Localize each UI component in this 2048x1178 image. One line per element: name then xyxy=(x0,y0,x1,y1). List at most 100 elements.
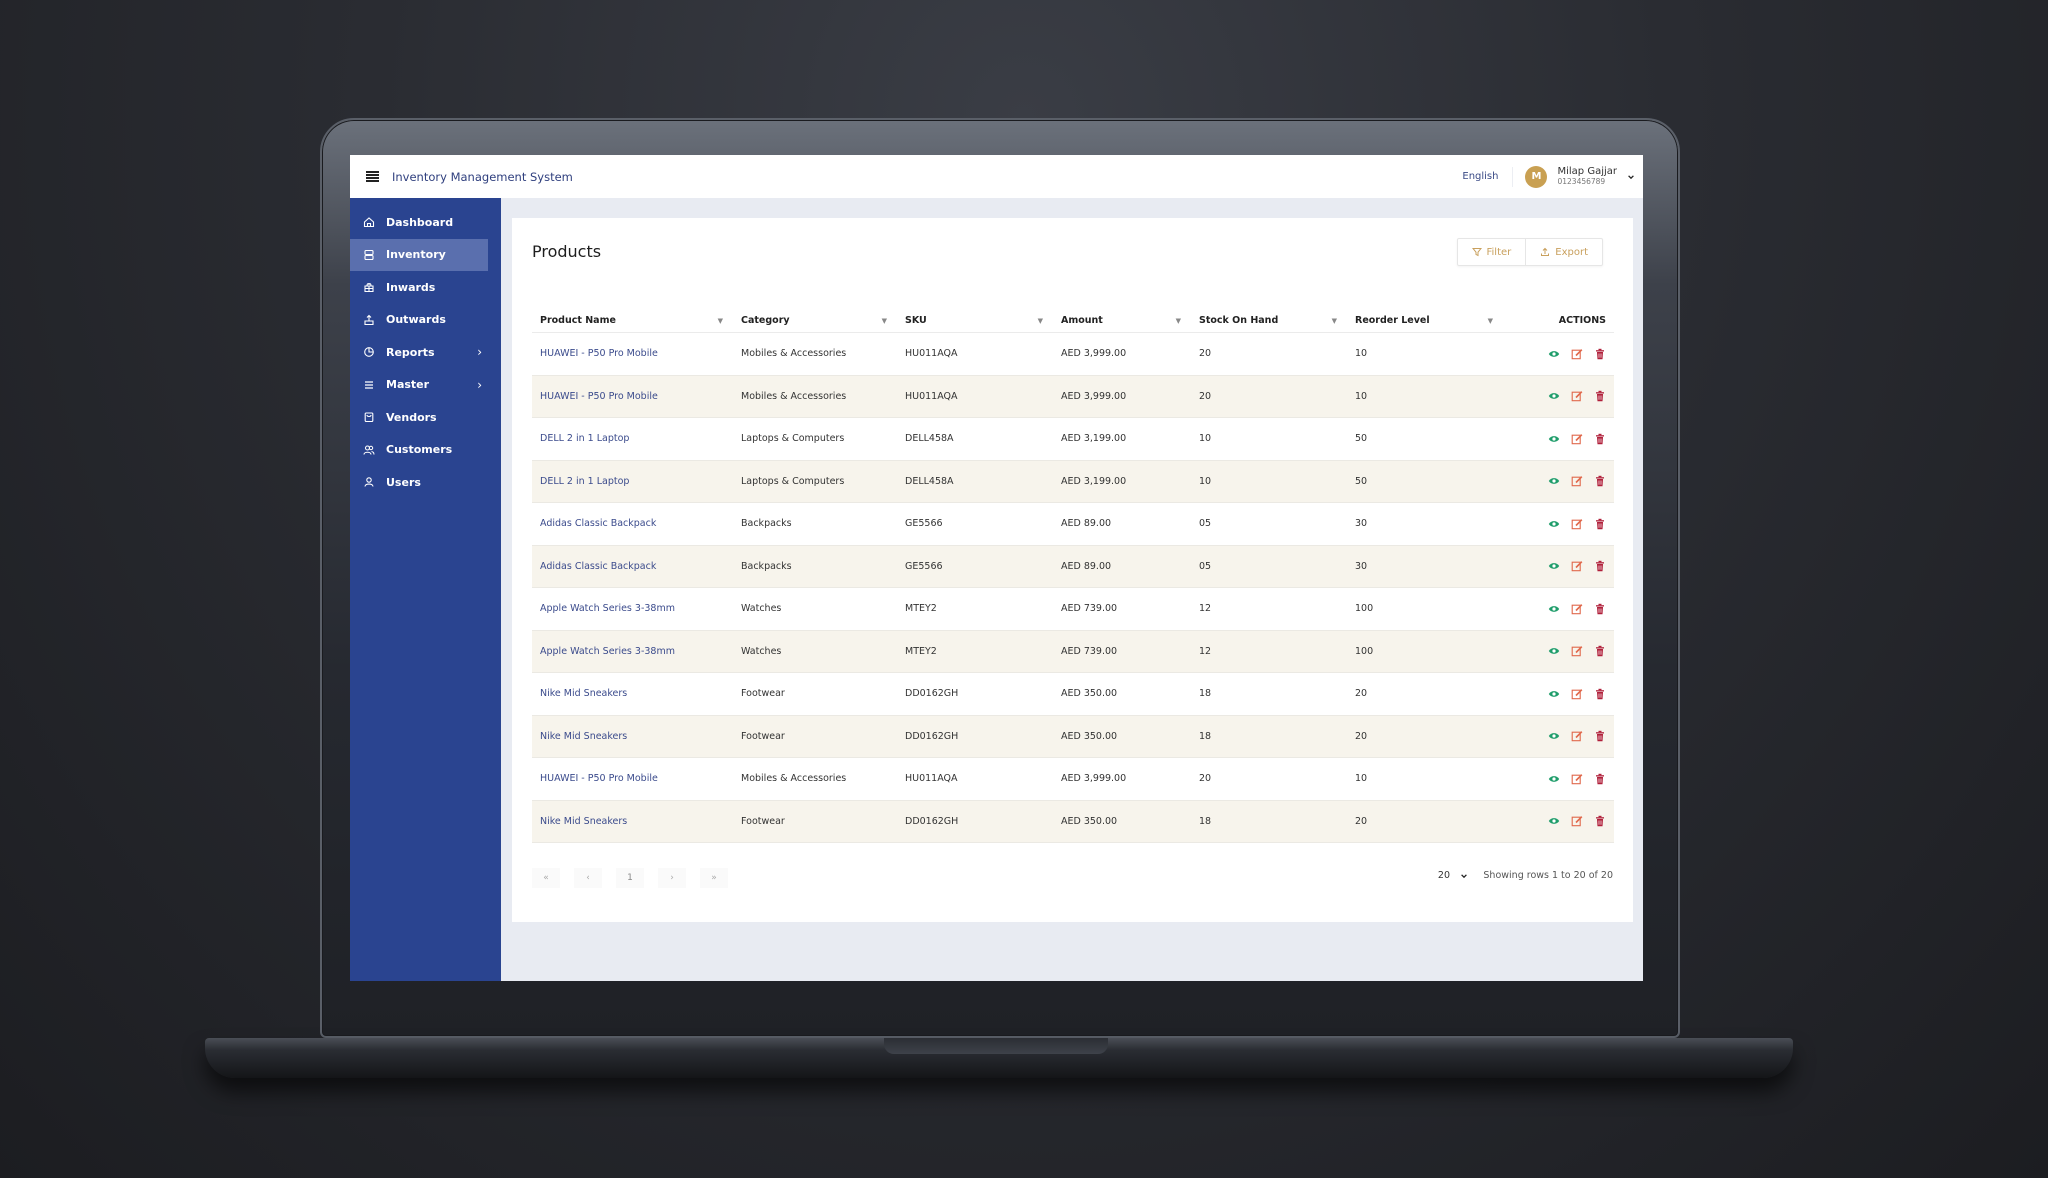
last-page-button[interactable]: » xyxy=(700,868,728,888)
delete-icon[interactable] xyxy=(1594,603,1606,615)
delete-icon[interactable] xyxy=(1594,773,1606,785)
first-page-button[interactable]: « xyxy=(532,868,560,888)
view-icon[interactable] xyxy=(1548,390,1560,402)
view-icon[interactable] xyxy=(1548,560,1560,572)
row-actions xyxy=(1503,560,1614,572)
delete-icon[interactable] xyxy=(1594,688,1606,700)
top-bar: Inventory Management System English M Mi… xyxy=(350,155,1643,198)
sort-caret-icon[interactable]: ▼ xyxy=(718,317,723,325)
view-icon[interactable] xyxy=(1548,433,1560,445)
view-icon[interactable] xyxy=(1548,348,1560,360)
delete-icon[interactable] xyxy=(1594,730,1606,742)
column-header-reorder-level[interactable]: Reorder Level ▼ xyxy=(1347,309,1503,332)
edit-icon[interactable] xyxy=(1571,348,1583,360)
delete-icon[interactable] xyxy=(1594,518,1606,530)
product-name-link[interactable]: Adidas Classic Backpack xyxy=(532,518,733,529)
vendor-icon xyxy=(364,412,374,423)
stock-cell: 20 xyxy=(1199,773,1212,785)
sidebar-item-customers[interactable]: Customers xyxy=(350,434,501,467)
edit-icon[interactable] xyxy=(1571,560,1583,572)
column-header-product-name[interactable]: Product Name ▼ xyxy=(532,309,733,332)
view-icon[interactable] xyxy=(1548,773,1560,785)
delete-icon[interactable] xyxy=(1594,390,1606,402)
delete-icon[interactable] xyxy=(1594,645,1606,657)
product-name-link[interactable]: DELL 2 in 1 Laptop xyxy=(532,476,733,487)
delete-icon[interactable] xyxy=(1594,348,1606,360)
view-icon[interactable] xyxy=(1548,475,1560,487)
upload-icon xyxy=(1541,247,1550,256)
hamburger-menu-icon[interactable] xyxy=(366,171,379,182)
edit-icon[interactable] xyxy=(1571,475,1583,487)
edit-icon[interactable] xyxy=(1571,603,1583,615)
product-name-link[interactable]: HUAWEI - P50 Pro Mobile xyxy=(532,391,733,402)
sidebar-item-dashboard[interactable]: Dashboard xyxy=(350,206,501,239)
view-icon[interactable] xyxy=(1548,518,1560,530)
product-name-link[interactable]: Apple Watch Series 3-38mm xyxy=(532,646,733,657)
sidebar-item-reports[interactable]: Reports › xyxy=(350,336,501,369)
amount-cell: AED 3,199.00 xyxy=(1061,475,1127,487)
delete-icon[interactable] xyxy=(1594,815,1606,827)
column-header-stock-on-hand[interactable]: Stock On Hand ▼ xyxy=(1191,309,1347,332)
prev-page-button[interactable]: ‹ xyxy=(574,868,602,888)
sort-caret-icon[interactable]: ▼ xyxy=(1176,317,1181,325)
sidebar-item-master[interactable]: Master › xyxy=(350,369,501,402)
export-button[interactable]: Export xyxy=(1525,239,1602,265)
product-name-link[interactable]: HUAWEI - P50 Pro Mobile xyxy=(532,348,733,359)
toolbar: Filter Export xyxy=(1456,238,1603,266)
reorder-cell: 10 xyxy=(1355,390,1368,402)
product-name-link[interactable]: Apple Watch Series 3-38mm xyxy=(532,603,733,614)
view-icon[interactable] xyxy=(1548,688,1560,700)
column-label: Category xyxy=(741,315,790,326)
delete-icon[interactable] xyxy=(1594,433,1606,445)
next-page-button[interactable]: › xyxy=(658,868,686,888)
product-name-link[interactable]: Nike Mid Sneakers xyxy=(532,688,733,699)
column-header-amount[interactable]: Amount ▼ xyxy=(1053,309,1191,332)
chevron-down-icon[interactable] xyxy=(1627,173,1635,181)
page-1-button[interactable]: 1 xyxy=(616,868,644,888)
amount-cell: AED 350.00 xyxy=(1061,688,1118,700)
sort-caret-icon[interactable]: ▼ xyxy=(1332,317,1337,325)
edit-icon[interactable] xyxy=(1571,688,1583,700)
edit-icon[interactable] xyxy=(1571,518,1583,530)
sidebar-item-inventory[interactable]: Inventory xyxy=(350,238,488,271)
edit-icon[interactable] xyxy=(1571,730,1583,742)
view-icon[interactable] xyxy=(1548,645,1560,657)
product-name-link[interactable]: HUAWEI - P50 Pro Mobile xyxy=(532,773,733,784)
amount-cell: AED 350.00 xyxy=(1061,815,1118,827)
page-size-select[interactable]: 20 xyxy=(1438,870,1468,881)
column-header-actions: ACTIONS xyxy=(1503,309,1614,332)
product-name-link[interactable]: Adidas Classic Backpack xyxy=(532,561,733,572)
edit-icon[interactable] xyxy=(1571,433,1583,445)
product-name-link[interactable]: Nike Mid Sneakers xyxy=(532,816,733,827)
sidebar-item-users[interactable]: Users xyxy=(350,466,501,499)
category-cell: Backpacks xyxy=(741,518,792,530)
sidebar-item-vendors[interactable]: Vendors xyxy=(350,401,501,434)
edit-icon[interactable] xyxy=(1571,645,1583,657)
reorder-cell: 30 xyxy=(1355,560,1368,572)
edit-icon[interactable] xyxy=(1571,390,1583,402)
row-actions xyxy=(1503,348,1614,360)
column-header-category[interactable]: Category ▼ xyxy=(733,309,897,332)
view-icon[interactable] xyxy=(1548,815,1560,827)
view-icon[interactable] xyxy=(1548,603,1560,615)
stock-cell: 12 xyxy=(1199,603,1212,615)
product-name-link[interactable]: Nike Mid Sneakers xyxy=(532,731,733,742)
delete-icon[interactable] xyxy=(1594,475,1606,487)
sort-caret-icon[interactable]: ▼ xyxy=(882,317,887,325)
user-icon xyxy=(364,477,374,487)
sort-caret-icon[interactable]: ▼ xyxy=(1038,317,1043,325)
view-icon[interactable] xyxy=(1548,730,1560,742)
avatar[interactable]: M xyxy=(1525,165,1548,188)
edit-icon[interactable] xyxy=(1571,815,1583,827)
sort-caret-icon[interactable]: ▼ xyxy=(1488,317,1493,325)
sidebar-item-label: Inwards xyxy=(386,280,436,294)
sidebar-item-outwards[interactable]: Outwards xyxy=(350,304,501,337)
filter-button[interactable]: Filter xyxy=(1458,239,1526,265)
edit-icon[interactable] xyxy=(1571,773,1583,785)
delete-icon[interactable] xyxy=(1594,560,1606,572)
product-name-link[interactable]: DELL 2 in 1 Laptop xyxy=(532,433,733,444)
user-info[interactable]: Milap Gajjar 0123456789 xyxy=(1557,167,1617,185)
column-header-sku[interactable]: SKU ▼ xyxy=(897,309,1053,332)
sidebar-item-inwards[interactable]: Inwards xyxy=(350,271,501,304)
language-selector[interactable]: English xyxy=(1462,166,1514,187)
